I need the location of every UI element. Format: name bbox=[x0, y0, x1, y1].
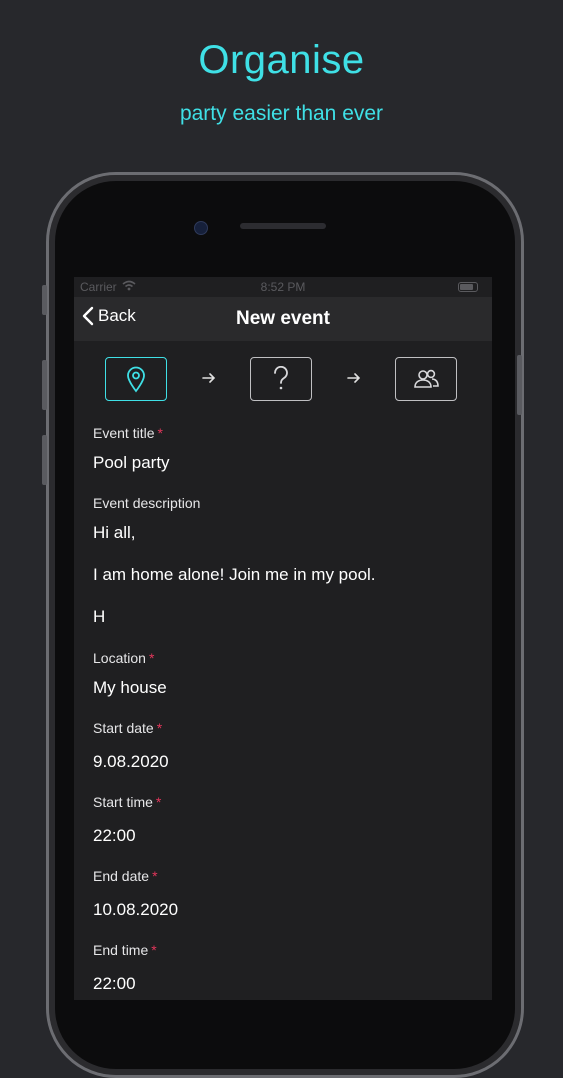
front-camera bbox=[194, 221, 208, 235]
navigation-bar: Back New event bbox=[74, 297, 492, 341]
volume-up-button bbox=[42, 360, 47, 410]
app-screen: Carrier 8:52 PM Back New event Event tit… bbox=[74, 277, 492, 1000]
end-time-label: End time bbox=[93, 942, 149, 958]
event-title-field: Event title * Pool party bbox=[93, 425, 473, 473]
start-date-field: Start date * 9.08.2020 bbox=[93, 720, 473, 772]
end-date-label: End date bbox=[93, 868, 150, 884]
end-date-field: End date * 10.08.2020 bbox=[93, 868, 473, 920]
start-date-input[interactable]: 9.08.2020 bbox=[93, 752, 473, 772]
start-time-input[interactable]: 22:00 bbox=[93, 826, 473, 846]
battery-icon bbox=[458, 282, 478, 292]
step-location[interactable] bbox=[105, 357, 167, 401]
event-title-input[interactable]: Pool party bbox=[93, 453, 473, 473]
location-field: Location * My house bbox=[93, 650, 473, 698]
end-time-field: End time * 22:00 bbox=[93, 942, 473, 994]
step-indicator bbox=[74, 357, 492, 403]
required-marker: * bbox=[155, 794, 162, 810]
end-date-input[interactable]: 10.08.2020 bbox=[93, 900, 473, 920]
step-arrow-icon bbox=[202, 371, 216, 388]
page-title: New event bbox=[236, 308, 330, 329]
required-marker: * bbox=[152, 868, 158, 884]
location-pin-icon bbox=[127, 366, 145, 393]
power-button bbox=[517, 355, 522, 415]
step-questions[interactable] bbox=[250, 357, 312, 401]
status-time: 8:52 PM bbox=[260, 280, 306, 294]
people-icon bbox=[414, 369, 439, 388]
question-mark-icon bbox=[274, 366, 288, 390]
status-bar: Carrier 8:52 PM bbox=[74, 277, 492, 297]
start-time-label: Start time bbox=[93, 794, 153, 810]
description-line: H bbox=[93, 607, 106, 626]
required-marker: * bbox=[148, 650, 155, 666]
event-description-field: Event description Hi all, I am home alon… bbox=[93, 495, 473, 627]
event-title-label: Event title bbox=[93, 425, 155, 441]
mute-switch bbox=[42, 285, 47, 315]
required-marker: * bbox=[151, 942, 157, 958]
promo-headline: Organise bbox=[198, 38, 365, 82]
location-label: Location bbox=[93, 650, 146, 666]
end-time-input[interactable]: 22:00 bbox=[93, 974, 473, 994]
required-marker: * bbox=[156, 720, 163, 736]
promo-subline: party easier than ever bbox=[179, 102, 384, 125]
event-description-input[interactable]: Hi all, I am home alone! Join me in my p… bbox=[93, 523, 473, 627]
volume-down-button bbox=[42, 435, 47, 485]
description-line: I am home alone! Join me in my pool. bbox=[93, 565, 376, 584]
description-line: Hi all, bbox=[93, 523, 136, 542]
step-guests[interactable] bbox=[395, 357, 457, 401]
start-time-field: Start time * 22:00 bbox=[93, 794, 473, 846]
event-description-label: Event description bbox=[93, 495, 201, 511]
start-date-label: Start date bbox=[93, 720, 154, 736]
required-marker: * bbox=[157, 425, 163, 441]
earpiece-speaker bbox=[240, 223, 326, 229]
step-arrow-icon bbox=[347, 371, 361, 388]
location-input[interactable]: My house bbox=[93, 678, 473, 698]
